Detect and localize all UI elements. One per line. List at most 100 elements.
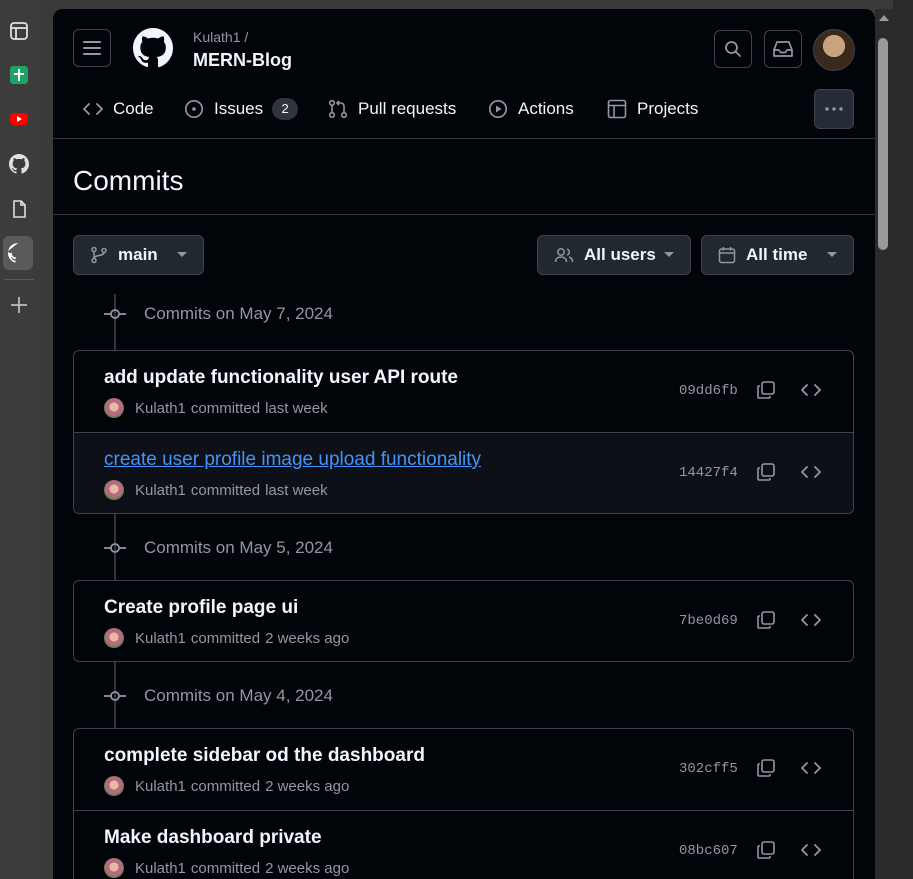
inbox-icon [773,41,793,57]
commit-action: committed [190,777,261,795]
play-icon [488,99,508,119]
author-link[interactable]: Kulath1 [135,630,186,647]
group-date-label: Commits on May 7, 2024 [144,304,333,323]
repo-nav: Code Issues 2 Pull requests Actions Proj… [53,89,875,129]
chevron-down-icon [664,252,674,257]
commit-title-link[interactable]: complete sidebar od the dashboard [104,745,425,767]
scrollbar-thumb[interactable] [878,38,888,250]
tab-actions[interactable]: Actions [488,89,574,129]
copy-sha-button[interactable] [754,460,778,484]
tab-projects[interactable]: Projects [607,89,698,129]
users-filter-button[interactable]: All users [537,235,691,275]
sheets-icon[interactable] [6,62,32,88]
commit-time: 2 weeks ago [265,777,350,795]
people-icon [554,248,574,263]
title-divider [53,214,875,215]
user-avatar[interactable] [813,29,855,71]
search-button[interactable] [714,30,752,68]
copy-sha-button[interactable] [754,378,778,402]
kebab-horizontal-icon [825,107,843,111]
browse-repo-button[interactable] [799,378,823,402]
browser-sidebar [0,0,40,879]
commit-sha-link[interactable]: 09dd6fb [679,383,738,399]
commit-action: committed [190,629,261,647]
chevron-down-icon [827,252,837,257]
browse-repo-button[interactable] [799,460,823,484]
git-commit-icon [104,309,126,319]
tab-manager-icon[interactable] [6,18,32,44]
commit-row: Create profile page ui Kulath1 committed… [74,581,853,661]
copy-sha-button[interactable] [754,838,778,862]
youtube-icon[interactable] [6,106,32,132]
github-icon[interactable] [6,151,32,177]
code-icon [801,844,821,856]
commit-list: complete sidebar od the dashboard Kulath… [73,728,854,879]
commit-meta: Kulath1 committed 2 weeks ago [104,628,349,648]
author-link[interactable]: Kulath1 [135,860,186,877]
code-icon [801,466,821,478]
repo-name-link[interactable]: MERN-Blog [193,50,292,71]
commit-sha-link[interactable]: 302cff5 [679,761,738,777]
commit-title-link[interactable]: Create profile page ui [104,597,298,619]
commit-time: last week [265,399,328,417]
author-avatar[interactable] [104,628,124,648]
commit-title-link[interactable]: create user profile image upload functio… [104,449,481,471]
commit-time: last week [265,481,328,499]
search-icon [725,41,741,57]
commit-sha-link[interactable]: 7be0d69 [679,613,738,629]
copy-sha-button[interactable] [754,756,778,780]
author-link[interactable]: Kulath1 [135,778,186,795]
commit-sha-link[interactable]: 08bc607 [679,843,738,859]
github-active-icon[interactable] [3,236,33,270]
tab-issues[interactable]: Issues 2 [184,89,299,129]
author-avatar[interactable] [104,398,124,418]
tab-pull-requests[interactable]: Pull requests [328,89,456,129]
code-icon [801,614,821,626]
tab-issues-label: Issues [214,99,264,118]
author-avatar[interactable] [104,858,124,878]
copy-icon [757,381,775,399]
git-commit-icon [104,691,126,701]
commit-meta: Kulath1 committed 2 weeks ago [104,776,349,796]
code-icon [801,384,821,396]
commit-sha-link[interactable]: 14427f4 [679,465,738,481]
time-filter-label: All time [746,245,808,264]
browse-repo-button[interactable] [799,838,823,862]
time-filter-button[interactable]: All time [701,235,854,275]
menu-button[interactable] [73,29,111,67]
commit-group-heading: Commits on May 4, 2024 [103,684,333,708]
branch-name: main [118,245,158,264]
copy-icon [757,759,775,777]
author-avatar[interactable] [104,776,124,796]
commit-title-link[interactable]: Make dashboard private [104,827,322,849]
add-icon[interactable] [6,292,32,318]
document-icon[interactable] [6,196,32,222]
copy-sha-button[interactable] [754,608,778,632]
scroll-up-arrow-icon[interactable] [879,15,889,21]
repo-owner-link[interactable]: Kulath1 / [193,29,248,45]
git-commit-icon [104,543,126,553]
github-page: Kulath1 / MERN-Blog Code Issues 2 Pull r… [53,9,875,879]
branch-select-button[interactable]: main [73,235,204,275]
browse-repo-button[interactable] [799,608,823,632]
code-icon [801,762,821,774]
author-link[interactable]: Kulath1 [135,482,186,499]
users-filter-label: All users [584,245,656,264]
commit-action: committed [190,481,261,499]
more-tabs-button[interactable] [814,89,854,129]
commit-time: 2 weeks ago [265,859,350,877]
tab-code-label: Code [113,99,154,118]
github-logo-icon[interactable] [133,28,174,73]
inbox-button[interactable] [764,30,802,68]
tab-projects-label: Projects [637,99,699,118]
tab-code[interactable]: Code [83,89,154,129]
commit-group-heading: Commits on May 7, 2024 [103,302,333,326]
commit-title-link[interactable]: add update functionality user API route [104,367,458,389]
browse-repo-button[interactable] [799,756,823,780]
tab-pull-requests-label: Pull requests [358,99,457,118]
copy-icon [757,611,775,629]
author-link[interactable]: Kulath1 [135,400,186,417]
page-title: Commits [73,165,184,196]
author-avatar[interactable] [104,480,124,500]
group-date-label: Commits on May 4, 2024 [144,686,333,705]
